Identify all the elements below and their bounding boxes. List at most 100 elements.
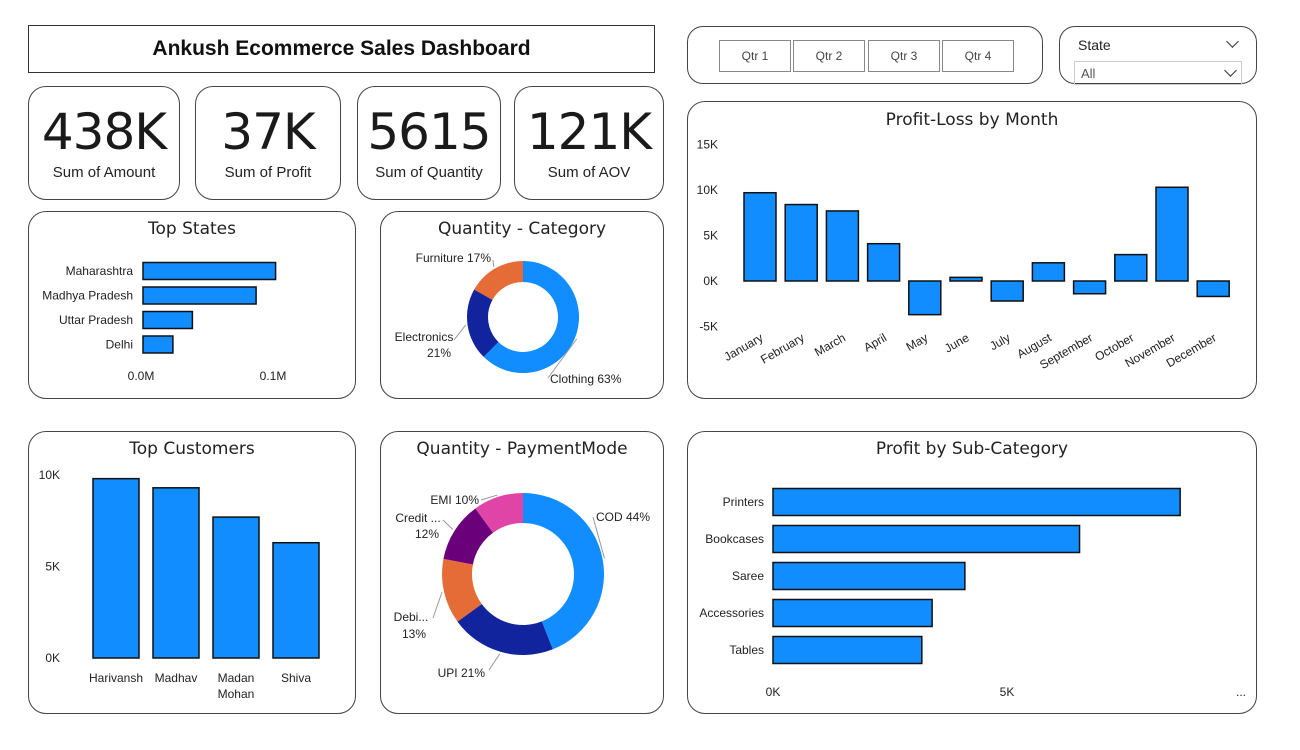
quarter-button-2[interactable]: Qtr 2 bbox=[793, 40, 865, 72]
bar bbox=[743, 191, 777, 282]
leader-line bbox=[488, 653, 501, 671]
top-customers-chart: 10K 5K 0K Harivansh Madhav Madan Mohan Shiva bbox=[39, 468, 320, 701]
x-tick-label: 0K bbox=[766, 685, 781, 699]
donut-slice bbox=[457, 603, 553, 655]
data-label: 21% bbox=[427, 346, 451, 360]
y-tick-label: Saree bbox=[732, 569, 764, 583]
y-tick-label: Bookcases bbox=[705, 532, 764, 546]
x-tick-label: Shiva bbox=[281, 671, 311, 685]
y-tick-label: 5K bbox=[703, 229, 718, 243]
bar bbox=[772, 524, 1081, 554]
kpi-card-profit[interactable]: 37K Sum of Profit bbox=[195, 86, 341, 200]
bar bbox=[142, 261, 277, 281]
y-tick-label: 10K bbox=[697, 183, 718, 197]
data-label: 12% bbox=[415, 527, 439, 541]
bar bbox=[772, 487, 1181, 517]
kpi-label: Sum of Quantity bbox=[375, 163, 483, 181]
bar bbox=[772, 561, 966, 591]
bar bbox=[92, 477, 140, 659]
y-tick-label: Printers bbox=[723, 495, 764, 509]
quarter-button-3[interactable]: Qtr 3 bbox=[868, 40, 940, 72]
y-tick-label: Delhi bbox=[106, 338, 133, 352]
kpi-label: Sum of AOV bbox=[547, 163, 631, 181]
y-tick-label: Madhya Pradesh bbox=[42, 289, 133, 303]
data-label: Clothing 63% bbox=[550, 372, 622, 386]
x-tick-label: July bbox=[987, 330, 1012, 353]
data-label: Credit ... bbox=[395, 511, 440, 525]
kpi-label: Sum of Profit bbox=[224, 163, 312, 181]
state-dropdown[interactable]: All bbox=[1074, 61, 1242, 85]
y-tick-label: -5K bbox=[699, 320, 718, 334]
profit-subcategory-card: Profit by Sub-Category Printers Bookcases… bbox=[687, 431, 1257, 714]
leader-line bbox=[492, 259, 495, 267]
chevron-down-icon[interactable] bbox=[1226, 35, 1239, 48]
y-tick-label: 5K bbox=[45, 560, 60, 574]
x-tick-label: May bbox=[904, 330, 931, 353]
kpi-value: 438K bbox=[41, 102, 167, 161]
dashboard-title: Ankush Ecommerce Sales Dashboard bbox=[28, 25, 655, 73]
y-tick-label: Uttar Pradesh bbox=[59, 313, 133, 327]
bar bbox=[990, 280, 1024, 302]
y-tick-label: Maharashtra bbox=[66, 264, 134, 278]
bar bbox=[1155, 186, 1189, 282]
bar bbox=[272, 541, 320, 659]
data-label: Electronics bbox=[395, 330, 454, 344]
y-tick-label: Accessories bbox=[699, 606, 764, 620]
quantity-paymentmode-donut: COD 44% UPI 21% Debi... 13% Credit ... 12% EMI… bbox=[394, 493, 650, 680]
quarter-button-4[interactable]: Qtr 4 bbox=[942, 40, 1014, 72]
x-tick-label: April bbox=[861, 330, 889, 354]
bar bbox=[1196, 280, 1230, 298]
bar bbox=[1072, 280, 1107, 295]
bar bbox=[772, 598, 933, 628]
state-slicer: State All bbox=[1059, 26, 1257, 85]
bar bbox=[949, 276, 983, 282]
data-label: UPI 21% bbox=[438, 666, 486, 680]
bar bbox=[1031, 262, 1066, 282]
state-slicer-label: State bbox=[1078, 37, 1111, 53]
y-tick-label: 0K bbox=[45, 651, 60, 665]
bar bbox=[1114, 253, 1148, 282]
quarter-button-1[interactable]: Qtr 1 bbox=[719, 40, 791, 72]
profit-loss-month-chart: 15K 10K 5K 0K -5K JanuaryFebruary March April Ma… bbox=[697, 138, 1230, 372]
y-tick-label: 10K bbox=[39, 468, 60, 482]
data-label: 13% bbox=[402, 627, 426, 641]
profit-subcategory-chart: Printers Bookcases Saree Accessories Tables 0… bbox=[699, 487, 1246, 699]
quantity-category-card: Quantity - Category Clothing 63% Electron… bbox=[380, 211, 664, 399]
x-tick-label: Madan bbox=[218, 671, 255, 685]
top-states-chart: Maharashtra Madhya Pradesh Uttar Pradesh De… bbox=[42, 261, 286, 383]
quantity-category-donut: Clothing 63% Electronics 21% Furniture 17% bbox=[395, 251, 622, 386]
state-dropdown-value: All bbox=[1081, 66, 1096, 81]
bar bbox=[152, 487, 200, 659]
quantity-paymentmode-card: Quantity - PaymentMode COD 44% UPI 21% Deb… bbox=[380, 431, 664, 714]
data-label: COD 44% bbox=[596, 510, 650, 524]
kpi-card-amount[interactable]: 438K Sum of Amount bbox=[28, 86, 180, 200]
bar bbox=[142, 310, 194, 330]
bar bbox=[866, 242, 901, 282]
leader-line bbox=[442, 519, 454, 530]
kpi-value: 121K bbox=[526, 102, 652, 161]
x-tick-label: Mohan bbox=[218, 687, 255, 701]
kpi-card-aov[interactable]: 121K Sum of AOV bbox=[514, 86, 664, 200]
data-label: Furniture 17% bbox=[416, 251, 492, 265]
kpi-label: Sum of Amount bbox=[52, 163, 156, 181]
kpi-card-quantity[interactable]: 5615 Sum of Quantity bbox=[357, 86, 501, 200]
bar bbox=[212, 516, 260, 659]
bar bbox=[772, 635, 923, 665]
top-states-card: Top States Maharashtra Madhya Pradesh Utta… bbox=[28, 211, 356, 399]
x-tick-label: Harivansh bbox=[89, 671, 143, 685]
x-tick-label: 0.0M bbox=[128, 369, 155, 383]
x-tick-label: 5K bbox=[1000, 685, 1015, 699]
quarter-slicer: Qtr 1 Qtr 2 Qtr 3 Qtr 4 bbox=[687, 26, 1043, 84]
bar bbox=[908, 280, 942, 316]
leader-line bbox=[453, 324, 466, 341]
y-tick-label: Tables bbox=[729, 643, 764, 657]
kpi-value: 37K bbox=[221, 102, 315, 161]
data-label: Debi... bbox=[394, 610, 429, 624]
profit-loss-month-card: Profit-Loss by Month 15K 10K 5K 0K -5K Januar… bbox=[687, 101, 1257, 399]
bar bbox=[142, 335, 174, 354]
overflow-marker: ... bbox=[1236, 685, 1246, 699]
bar bbox=[784, 203, 818, 282]
kpi-value: 5615 bbox=[367, 102, 491, 161]
y-tick-label: 15K bbox=[697, 138, 718, 152]
bar bbox=[825, 210, 860, 282]
